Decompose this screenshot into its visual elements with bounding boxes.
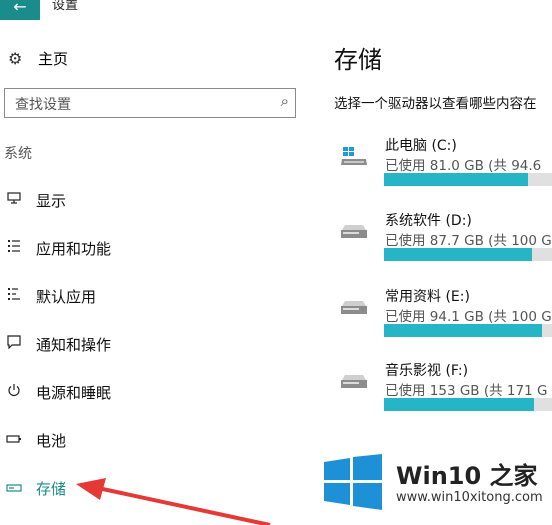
watermark-site: www.win10xitong.com xyxy=(396,490,543,505)
watermark-logo: Win10 之家 www.win10xitong.com xyxy=(322,452,552,525)
annotation-arrow xyxy=(76,478,271,525)
watermark-brand: Win10 之家 xyxy=(396,462,538,490)
windows-logo-icon xyxy=(324,454,382,510)
